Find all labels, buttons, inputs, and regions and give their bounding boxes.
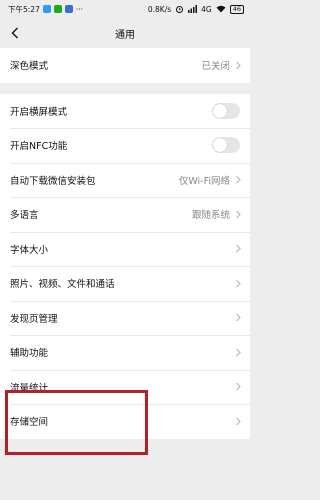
chevron-right-icon [236,175,241,184]
setting-traffic-stats[interactable]: 流量统计 [0,369,250,405]
signal-icon [188,5,198,13]
settings-group-general: 开启横屏模式 开启NFC功能 自动下载微信安装包 仅Wi-Fi网络 多语言 跟随… [0,93,250,439]
chevron-right-icon [236,417,241,426]
setting-label: 字体大小 [10,244,49,256]
setting-language[interactable]: 多语言 跟随系统 [0,197,250,232]
setting-label: 多语言 [10,210,39,222]
back-button[interactable] [7,24,23,42]
wifi-icon [216,5,226,13]
nav-bar: 通用 [0,18,250,48]
message-notification-icon [64,5,73,13]
app-notification-icon [42,5,51,13]
chevron-right-icon [236,61,241,70]
chevron-right-icon [236,313,241,322]
wechat-notification-icon [53,5,62,13]
setting-font-size[interactable]: 字体大小 [0,231,250,267]
setting-label: 开启横屏模式 [10,106,68,118]
chevron-right-icon [236,382,241,391]
status-time: 下午5:27 [8,4,40,14]
setting-value: 跟随系统 [191,210,230,222]
battery-level: 46 [232,5,241,13]
setting-dark-mode[interactable]: 深色模式 已关闭 [0,48,250,83]
setting-value: 仅Wi-Fi网络 [178,175,230,187]
setting-media-files-calls[interactable]: 照片、视频、文件和通话 [0,266,250,301]
chevron-right-icon [236,279,241,288]
setting-auto-download[interactable]: 自动下载微信安装包 仅Wi-Fi网络 [0,162,250,198]
battery-icon: 46 [229,4,244,14]
nfc-toggle[interactable] [212,137,240,154]
chevron-right-icon [236,348,241,357]
network-type: 4G [201,4,212,14]
setting-label: 开启NFC功能 [10,141,68,153]
status-bar: 下午5:27 ··· 0.8K/s 4G 46 [0,0,250,18]
setting-storage[interactable]: 存储空间 [0,404,250,439]
more-notifications-icon: ··· [75,4,83,14]
setting-nfc: 开启NFC功能 [0,128,250,163]
chevron-right-icon [236,244,241,253]
setting-label: 辅助功能 [10,348,49,360]
network-speed: 0.8K/s [147,4,172,14]
setting-label: 发现页管理 [10,313,58,325]
setting-label: 深色模式 [10,61,49,73]
setting-label: 自动下载微信安装包 [10,175,96,187]
setting-landscape-mode: 开启横屏模式 [0,94,250,129]
setting-discover-management[interactable]: 发现页管理 [0,300,250,336]
back-arrow-icon [11,27,18,39]
settings-group-display: 深色模式 已关闭 [0,48,250,83]
setting-label: 存储空间 [10,417,49,429]
status-left: 下午5:27 ··· [8,4,83,15]
chevron-right-icon [236,210,241,219]
status-right: 0.8K/s 4G 46 [147,4,244,14]
setting-label: 流量统计 [10,382,49,394]
setting-accessibility[interactable]: 辅助功能 [0,335,250,370]
landscape-toggle[interactable] [212,102,240,119]
alarm-icon [176,6,184,13]
page-title: 通用 [115,29,135,41]
setting-value: 已关闭 [201,61,230,73]
setting-label: 照片、视频、文件和通话 [10,279,115,291]
